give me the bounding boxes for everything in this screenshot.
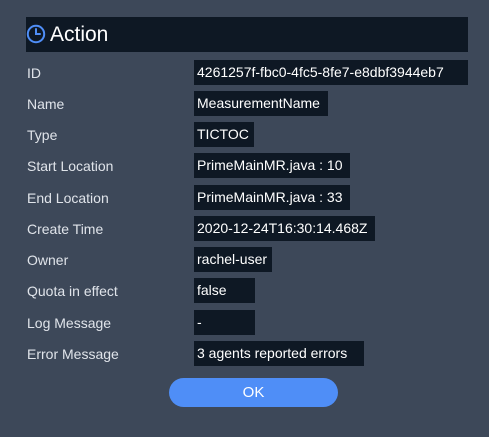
field-label: Owner [27, 252, 69, 268]
field-value: false [194, 278, 255, 303]
field-value: 2020-12-24T16:30:14.468Z [194, 216, 375, 241]
field-label: Quota in effect [27, 283, 118, 299]
ok-button[interactable]: OK [169, 378, 338, 407]
field-row-name: Name MeasurementName [0, 91, 489, 116]
field-label: ID [27, 65, 41, 81]
field-row-error-message: Error Message 3 agents reported errors [0, 341, 489, 366]
field-label: Start Location [27, 158, 114, 174]
clock-icon [26, 24, 46, 44]
field-row-owner: Owner rachel-user [0, 247, 489, 272]
field-label: Error Message [27, 346, 119, 362]
field-label: Name [27, 96, 65, 112]
field-value: PrimeMainMR.java : 10 [194, 153, 350, 178]
field-value: rachel-user [194, 247, 272, 272]
field-row-log-message: Log Message - [0, 310, 489, 335]
field-label: End Location [27, 190, 109, 206]
field-row-end-location: End Location PrimeMainMR.java : 33 [0, 185, 489, 210]
dialog-title: Action [50, 23, 109, 46]
dialog-title-bar: Action [26, 17, 468, 52]
field-row-create-time: Create Time 2020-12-24T16:30:14.468Z [0, 216, 489, 241]
field-label: Log Message [27, 315, 112, 331]
field-row-quota-in-effect: Quota in effect false [0, 278, 489, 303]
field-value: - [194, 310, 255, 335]
action-dialog: Action ID 4261257f-fbc0-4fc5-8fe7-e8dbf3… [0, 0, 489, 437]
field-value: 4261257f-fbc0-4fc5-8fe7-e8dbf3944eb7 [194, 60, 468, 85]
field-row-start-location: Start Location PrimeMainMR.java : 10 [0, 153, 489, 178]
field-label: Type [27, 127, 58, 143]
field-value: PrimeMainMR.java : 33 [194, 185, 350, 210]
field-value: TICTOC [194, 122, 254, 147]
field-row-id: ID 4261257f-fbc0-4fc5-8fe7-e8dbf3944eb7 [0, 60, 489, 85]
field-value: MeasurementName [194, 91, 328, 116]
field-value: 3 agents reported errors [194, 341, 364, 366]
field-label: Create Time [27, 221, 104, 237]
field-row-type: Type TICTOC [0, 122, 489, 147]
